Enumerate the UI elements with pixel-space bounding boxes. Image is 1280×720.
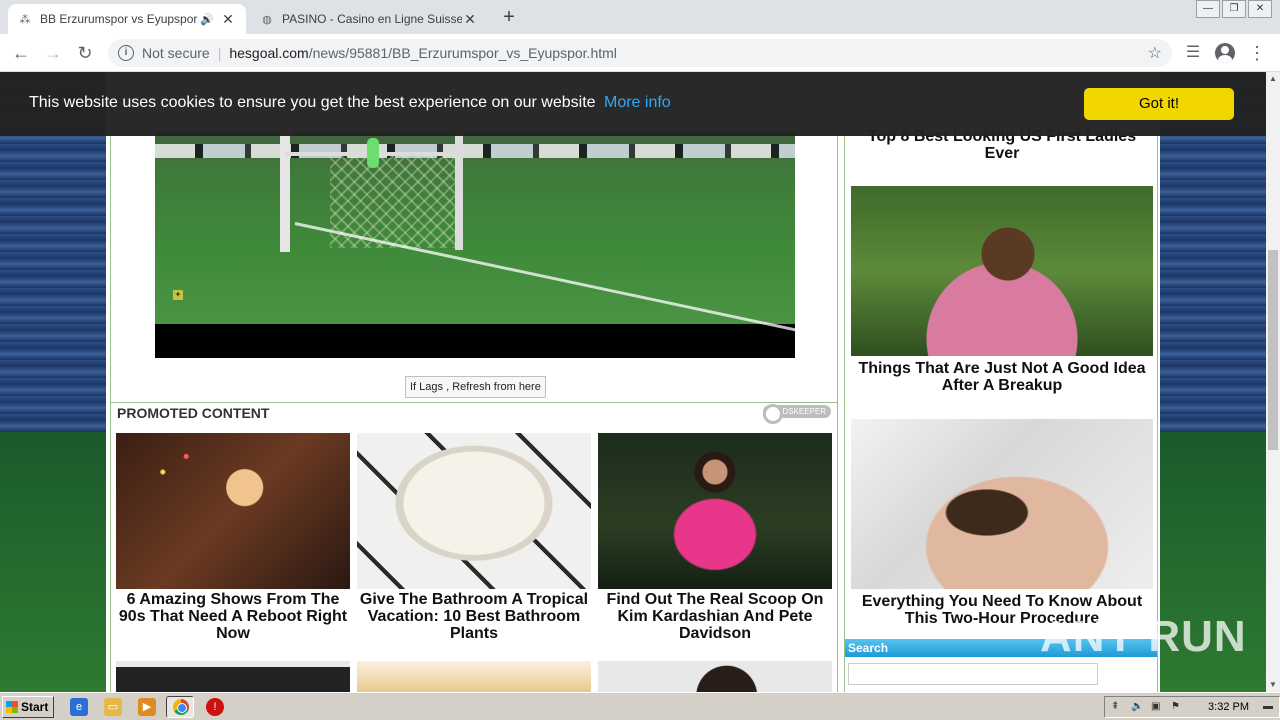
tab-erzurumspor[interactable]: ⁂ BB Erzurumspor vs Eyupspor - H 🔊 ✕ bbox=[8, 4, 246, 34]
speaker-icon[interactable]: 🔊 bbox=[200, 13, 214, 26]
network-icon[interactable]: ▣ bbox=[1151, 701, 1160, 712]
content-area: ✦ If Lags , Refresh from here PROMOTED C… bbox=[106, 72, 1160, 692]
cookie-message: This website uses cookies to ensure you … bbox=[29, 94, 596, 111]
back-arrow-icon[interactable]: ← bbox=[10, 42, 32, 64]
bookmark-star-icon[interactable]: ☆ bbox=[1148, 43, 1162, 63]
cookie-message-row: This website uses cookies to ensure you … bbox=[29, 94, 671, 112]
address-separator: | bbox=[217, 45, 222, 61]
promo-image[interactable] bbox=[116, 433, 350, 589]
flag-icon[interactable]: ⚑ bbox=[1171, 701, 1180, 712]
promo-caption[interactable]: Find Out The Real Scoop On Kim Kardashia… bbox=[598, 591, 832, 642]
more-info-link[interactable]: More info bbox=[604, 94, 671, 111]
clock: 3:32 PM bbox=[1208, 701, 1249, 713]
promo-image[interactable] bbox=[357, 433, 591, 589]
promo-card[interactable]: Find Out The Real Scoop On Kim Kardashia… bbox=[598, 433, 832, 642]
promoted-content: PROMOTED CONTENT ADSKEEPER 6 Amazing Sho… bbox=[111, 402, 837, 692]
anyrun-watermark: ANY RUN bbox=[1040, 612, 1247, 661]
new-tab-button[interactable]: + bbox=[498, 6, 520, 28]
main-column: ✦ If Lags , Refresh from here PROMOTED C… bbox=[110, 72, 838, 692]
promo-image-partial[interactable] bbox=[357, 661, 591, 692]
promo-card[interactable]: 6 Amazing Shows From The 90s That Need A… bbox=[116, 433, 350, 642]
left-stadium-background bbox=[0, 72, 106, 692]
sidebar-caption[interactable]: Things That Are Just Not A Good Idea Aft… bbox=[851, 360, 1153, 394]
scroll-down-icon[interactable]: ▼ bbox=[1266, 678, 1280, 692]
chrome-icon bbox=[173, 699, 189, 715]
maximize-button[interactable]: ❐ bbox=[1222, 0, 1246, 18]
tab-title: PASINO - Casino en Ligne Suisse - Su bbox=[282, 12, 462, 26]
url-host: hesgoal.com bbox=[229, 45, 309, 61]
security-label: Not secure bbox=[142, 45, 210, 61]
promo-image[interactable] bbox=[598, 433, 832, 589]
got-it-button[interactable]: Got it! bbox=[1084, 88, 1234, 120]
window-controls: — ❐ ✕ bbox=[1196, 0, 1272, 18]
sidebar-card[interactable]: Everything You Need To Know About This T… bbox=[851, 419, 1153, 627]
sidebar-image[interactable] bbox=[851, 186, 1153, 356]
tab-pasino[interactable]: ◍ PASINO - Casino en Ligne Suisse - Su ✕ bbox=[250, 4, 488, 34]
ie-icon[interactable]: e bbox=[70, 698, 88, 716]
promo-caption[interactable]: Give The Bathroom A Tropical Vacation: 1… bbox=[357, 591, 591, 642]
menu-kebab-icon[interactable]: ⋮ bbox=[1246, 42, 1268, 64]
folder-icon[interactable]: ▭ bbox=[104, 698, 122, 716]
sidebar-column: Top 8 Best Looking US First Ladies Ever … bbox=[844, 72, 1158, 692]
address-bar[interactable]: i Not secure | hesgoal.com /news/95881/B… bbox=[108, 39, 1172, 67]
taskbar: Start e ▭ ▶ ! ⇞ 🔈 ▣ ⚑ 3:32 PM ▬ bbox=[0, 692, 1280, 720]
forward-arrow-icon[interactable]: → bbox=[42, 42, 64, 64]
url-path: /news/95881/BB_Erzurumspor_vs_Eyupspor.h… bbox=[308, 45, 617, 61]
scroll-up-icon[interactable]: ▲ bbox=[1266, 72, 1280, 86]
tab-close-icon[interactable]: ✕ bbox=[220, 11, 236, 28]
tab-close-icon[interactable]: ✕ bbox=[462, 11, 478, 28]
promo-card[interactable]: Give The Bathroom A Tropical Vacation: 1… bbox=[357, 433, 591, 642]
info-icon[interactable]: i bbox=[118, 45, 134, 61]
sidebar-card[interactable]: Things That Are Just Not A Good Idea Aft… bbox=[851, 186, 1153, 394]
promo-caption[interactable]: 6 Amazing Shows From The 90s That Need A… bbox=[116, 591, 350, 642]
loading-icon: ⁂ bbox=[19, 13, 31, 26]
right-stadium-background bbox=[1160, 72, 1266, 692]
media-player-icon[interactable]: ▶ bbox=[138, 698, 156, 716]
reload-icon[interactable]: ↻ bbox=[74, 42, 96, 64]
globe-icon: ◍ bbox=[262, 13, 272, 26]
system-tray: ⇞ 🔈 ▣ ⚑ 3:32 PM ▬ bbox=[1104, 696, 1280, 718]
cookie-banner: This website uses cookies to ensure you … bbox=[0, 72, 1266, 136]
media-queue-icon[interactable]: ☰ bbox=[1182, 42, 1204, 64]
show-desktop-icon[interactable]: ▬ bbox=[1263, 701, 1273, 712]
start-button[interactable]: Start bbox=[2, 696, 54, 718]
promo-image-partial[interactable] bbox=[598, 661, 832, 692]
profile-icon[interactable] bbox=[1214, 42, 1236, 64]
video-player[interactable]: ✦ bbox=[155, 132, 795, 358]
tab-title: BB Erzurumspor vs Eyupspor - H bbox=[40, 12, 201, 26]
tray-arrow-icon[interactable]: ⇞ bbox=[1111, 701, 1119, 712]
opera-icon[interactable]: ! bbox=[206, 698, 224, 716]
chrome-taskbar-button[interactable] bbox=[166, 696, 194, 718]
volume-icon[interactable]: 🔈 bbox=[1131, 701, 1143, 712]
sidebar-image[interactable] bbox=[851, 419, 1153, 589]
browser-toolbar: ← → ↻ i Not secure | hesgoal.com /news/9… bbox=[0, 34, 1280, 72]
promo-image-partial[interactable] bbox=[116, 661, 350, 692]
search-input[interactable] bbox=[848, 663, 1098, 685]
minimize-button[interactable]: — bbox=[1196, 0, 1220, 18]
vertical-scrollbar[interactable]: ▲ ▼ bbox=[1266, 72, 1280, 692]
adskeeper-logo[interactable]: ADSKEEPER bbox=[763, 404, 831, 424]
refresh-button[interactable]: If Lags , Refresh from here bbox=[405, 376, 546, 398]
broadcaster-logo-icon: ✦ bbox=[173, 290, 183, 300]
web-page: ✦ If Lags , Refresh from here PROMOTED C… bbox=[0, 72, 1266, 692]
tab-strip: ⁂ BB Erzurumspor vs Eyupspor - H 🔊 ✕ ◍ P… bbox=[0, 0, 1280, 34]
promoted-title: PROMOTED CONTENT bbox=[117, 405, 270, 421]
scroll-thumb[interactable] bbox=[1268, 250, 1278, 450]
close-window-button[interactable]: ✕ bbox=[1248, 0, 1272, 18]
